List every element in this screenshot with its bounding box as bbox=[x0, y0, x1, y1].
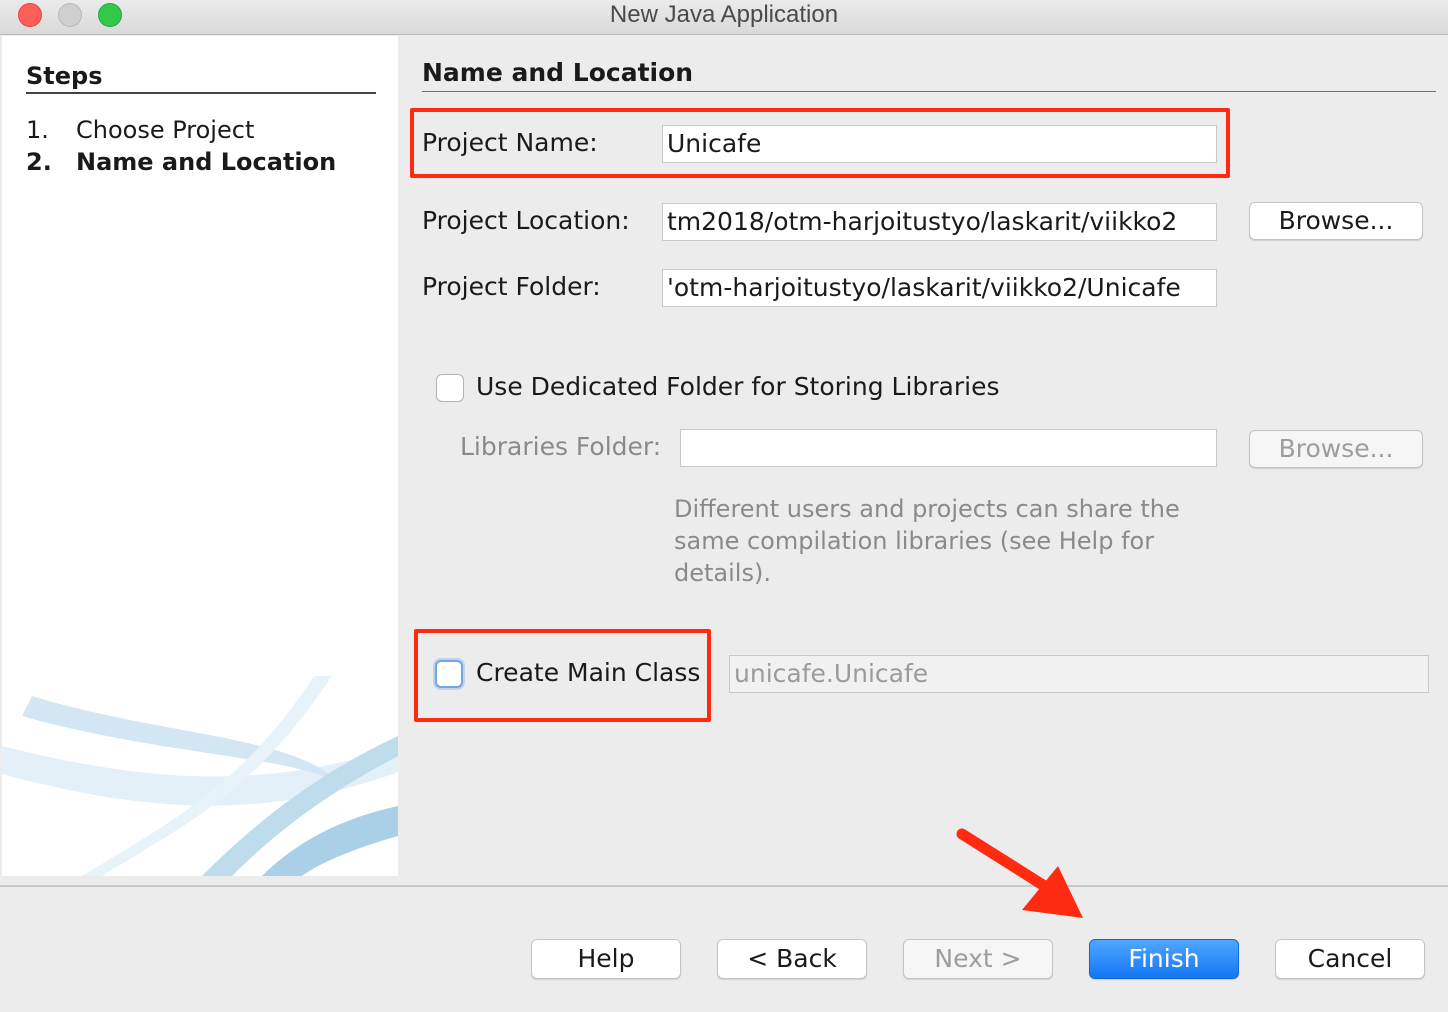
project-name-highlight-box bbox=[410, 108, 1230, 178]
steps-panel: Steps 1. Choose Project 2. Name and Loca… bbox=[2, 36, 398, 876]
annotation-arrow-icon bbox=[956, 828, 1083, 918]
project-location-label: Project Location: bbox=[422, 206, 630, 235]
back-button[interactable]: < Back bbox=[717, 939, 867, 979]
main-class-input: unicafe.Unicafe bbox=[729, 655, 1429, 693]
step-2-label: Name and Location bbox=[76, 148, 337, 176]
step-1-label: Choose Project bbox=[76, 116, 255, 144]
libraries-browse-button: Browse... bbox=[1249, 430, 1423, 468]
step-1-number: 1. bbox=[26, 116, 49, 144]
libraries-folder-input bbox=[680, 429, 1217, 467]
project-location-browse-button[interactable]: Browse... bbox=[1249, 202, 1423, 240]
create-main-class-highlight-box bbox=[414, 629, 711, 722]
dedicated-libraries-label[interactable]: Use Dedicated Folder for Storing Librari… bbox=[476, 372, 1000, 401]
dedicated-libraries-checkbox[interactable] bbox=[436, 374, 464, 402]
libraries-help-line-1: Different users and projects can share t… bbox=[674, 495, 1180, 523]
next-button: Next > bbox=[903, 939, 1053, 979]
libraries-help-text: Different users and projects can share t… bbox=[674, 493, 1180, 589]
project-folder-label: Project Folder: bbox=[422, 272, 601, 301]
section-divider bbox=[422, 91, 1436, 92]
libraries-help-line-2: same compilation libraries (see Help for bbox=[674, 527, 1155, 555]
steps-heading: Steps bbox=[26, 62, 103, 90]
section-title: Name and Location bbox=[422, 58, 694, 87]
project-folder-input: 'otm-harjoitustyo/laskarit/viikko2/Unica… bbox=[662, 269, 1217, 307]
finish-button[interactable]: Finish bbox=[1089, 939, 1239, 979]
libraries-help-line-3: details). bbox=[674, 559, 771, 587]
project-location-input[interactable]: tm2018/otm-harjoitustyo/laskarit/viikko2 bbox=[662, 203, 1217, 241]
libraries-folder-label: Libraries Folder: bbox=[460, 432, 662, 461]
steps-divider bbox=[26, 92, 376, 94]
help-button[interactable]: Help bbox=[531, 939, 681, 979]
cancel-button[interactable]: Cancel bbox=[1275, 939, 1425, 979]
step-2-number: 2. bbox=[26, 148, 52, 176]
window-title: New Java Application bbox=[609, 1, 839, 28]
footer-divider bbox=[0, 885, 1448, 887]
decorative-swoosh-graphic bbox=[2, 676, 398, 876]
